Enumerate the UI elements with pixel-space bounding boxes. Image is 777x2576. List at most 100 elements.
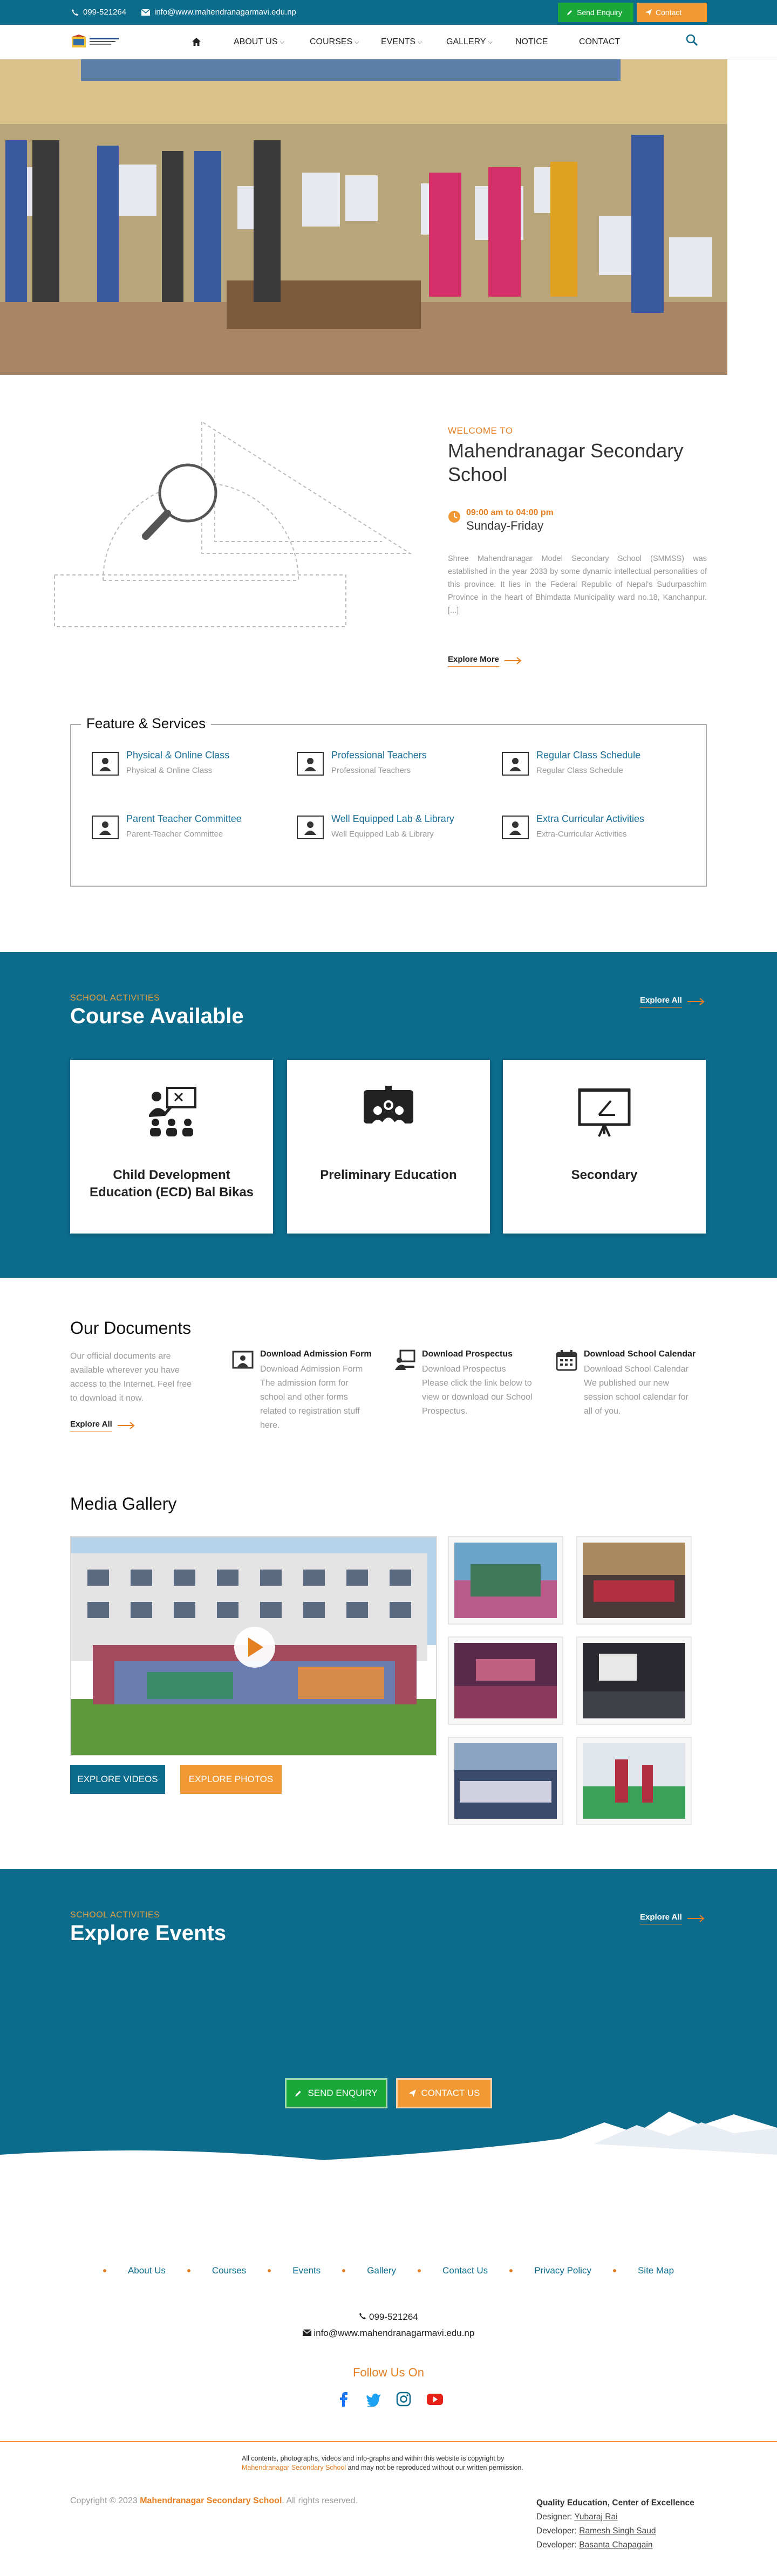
- documents-explore-all-link[interactable]: Explore All: [70, 1420, 135, 1431]
- chevron-down-icon: ⌵: [488, 38, 493, 45]
- footer-link[interactable]: Events: [292, 2265, 321, 2276]
- chevron-down-icon: ⌵: [280, 38, 284, 45]
- feature-item[interactable]: Well Equipped Lab & Library Well Equipped…: [297, 812, 454, 839]
- top-bar: 099-521264 info@www.mahendranagarmavi.ed…: [0, 0, 777, 25]
- document-item[interactable]: Download Prospectus Download Prospectus P…: [394, 1349, 534, 1419]
- footer-link[interactable]: About Us: [128, 2265, 166, 2276]
- feature-item[interactable]: Parent Teacher Committee Parent-Teacher C…: [92, 812, 242, 839]
- phone-text: 099-521264: [83, 8, 127, 17]
- nav-gallery[interactable]: Gallery ⌵: [446, 36, 493, 49]
- school-description: Shree Mahendranagar Model Secondary Scho…: [448, 554, 707, 615]
- gallery-thumbnail[interactable]: [448, 1737, 563, 1825]
- designer-link[interactable]: Yubaraj Rai: [574, 2512, 617, 2522]
- course-card[interactable]: Preliminary Education: [287, 1060, 490, 1234]
- explore-videos-button[interactable]: EXPLORE VIDEOS: [70, 1765, 165, 1794]
- pencil-icon: [295, 2091, 302, 2097]
- explore-more-label: Explore More: [448, 655, 500, 667]
- arrow-right-icon: [117, 1422, 135, 1429]
- gallery-thumbnail[interactable]: [576, 1737, 692, 1825]
- footer-link[interactable]: Contact Us: [442, 2265, 488, 2276]
- nav-courses[interactable]: Courses ⌵: [310, 36, 359, 49]
- document-desc: Download School Calendar We published ou…: [584, 1365, 689, 1416]
- feature-title: Parent Teacher Committee: [126, 813, 242, 824]
- document-desc: Download Admission Form The admission fo…: [260, 1365, 363, 1430]
- gallery-thumbnail[interactable]: [448, 1636, 563, 1725]
- developer-link[interactable]: Basanta Chapagain: [579, 2540, 652, 2550]
- instagram-icon[interactable]: [396, 2392, 411, 2407]
- footer-link[interactable]: Gallery: [367, 2265, 396, 2276]
- nav-contact[interactable]: Contact: [579, 36, 620, 49]
- hero-photo: [0, 59, 727, 375]
- document-item[interactable]: Download Admission Form Download Admissio…: [232, 1349, 372, 1433]
- course-name: Child Development Education (ECD) Bal Bi…: [89, 1168, 254, 1200]
- facebook-icon[interactable]: [337, 2392, 351, 2407]
- events-title: Explore Events: [70, 1921, 227, 1945]
- gallery-thumbnail[interactable]: [576, 1636, 692, 1725]
- feature-item[interactable]: Professional Teachers Professional Teache…: [297, 749, 427, 776]
- feature-sub: Regular Class Schedule: [536, 766, 623, 775]
- footer-link[interactable]: Site Map: [638, 2265, 674, 2276]
- calendar-icon: [556, 1349, 577, 1371]
- document-title: Download Prospectus: [422, 1349, 513, 1359]
- blackboard-students-icon: [364, 1086, 413, 1125]
- footer-link[interactable]: Courses: [212, 2265, 246, 2276]
- feature-item[interactable]: Regular Class Schedule Regular Class Sche…: [502, 749, 640, 776]
- footer-link[interactable]: Privacy Policy: [534, 2265, 591, 2276]
- course-card[interactable]: Secondary: [503, 1060, 706, 1234]
- email-contact[interactable]: info@www.mahendranagarmavi.edu.np: [141, 8, 296, 17]
- hero-image: [0, 59, 727, 375]
- send-enquiry-button[interactable]: Send Enquiry: [558, 3, 633, 22]
- feature-title: Professional Teachers: [331, 750, 427, 761]
- designer-label: Designer:: [536, 2512, 572, 2522]
- nav-label: Notice: [515, 37, 548, 46]
- footer-email-text: info@www.mahendranagarmavi.edu.np: [313, 2328, 475, 2338]
- nav-label: Contact: [579, 37, 621, 46]
- feature-item[interactable]: Physical & Online Class Physical & Online…: [92, 749, 229, 776]
- footer-email[interactable]: info@www.mahendranagarmavi.edu.np: [0, 2328, 777, 2339]
- developer-link[interactable]: Ramesh Singh Saud: [579, 2526, 656, 2536]
- search-icon[interactable]: [685, 33, 698, 46]
- send-enquiry-label: Send Enquiry: [577, 8, 623, 17]
- days-text: Sunday-Friday: [466, 519, 544, 532]
- arrow-right-icon: [687, 998, 705, 1005]
- course-name: Preliminary Education: [320, 1168, 457, 1182]
- paper-plane-icon: [408, 2089, 416, 2097]
- clock-icon: [448, 511, 460, 523]
- feature-item[interactable]: Extra Curricular Activities Extra-Curricu…: [502, 812, 644, 839]
- contact-us-cta[interactable]: CONTACT US: [396, 2078, 492, 2108]
- school-logo[interactable]: [71, 33, 120, 50]
- explore-photos-button[interactable]: EXPLORE PHOTOS: [180, 1765, 282, 1794]
- group-photo: [71, 1537, 436, 1755]
- nav-events[interactable]: Events ⌵: [381, 36, 422, 49]
- gallery-thumbnail[interactable]: [576, 1536, 692, 1625]
- explore-more-link[interactable]: Explore More: [448, 655, 522, 667]
- course-card[interactable]: Child Development Education (ECD) Bal Bi…: [70, 1060, 273, 1234]
- send-enquiry-cta[interactable]: SEND ENQUIRY: [285, 2078, 387, 2108]
- courses-explore-all-link[interactable]: Explore All: [640, 996, 705, 1008]
- document-title: Download Admission Form: [260, 1349, 372, 1359]
- phone-icon: [72, 9, 78, 16]
- home-icon[interactable]: [192, 38, 201, 46]
- phone-contact[interactable]: 099-521264: [71, 8, 126, 17]
- envelope-icon: [141, 9, 150, 16]
- copyright-pre: Copyright © 2023: [70, 2496, 138, 2505]
- twitter-icon[interactable]: [366, 2392, 381, 2407]
- nav-label: Events: [381, 37, 416, 46]
- developer-label: Developer:: [536, 2526, 577, 2536]
- nav-label: Gallery: [446, 37, 486, 46]
- bullet-dot: [268, 2269, 271, 2272]
- nav-about-us[interactable]: About Us ⌵: [234, 36, 284, 49]
- paper-plane-icon: [645, 9, 652, 16]
- footer-phone[interactable]: 099-521264: [0, 2312, 777, 2322]
- contact-button[interactable]: Contact: [637, 3, 707, 22]
- thumbnail-photo: [583, 1543, 685, 1618]
- document-item[interactable]: Download School Calendar Download School …: [556, 1349, 696, 1419]
- youtube-icon[interactable]: [426, 2392, 444, 2407]
- thumbnail-photo: [454, 1643, 557, 1718]
- courses-title: Course Available: [70, 1004, 244, 1028]
- nav-label: About Us: [234, 37, 278, 46]
- events-explore-all-link[interactable]: Explore All: [640, 1913, 705, 1924]
- featured-video[interactable]: [70, 1536, 437, 1756]
- nav-notice[interactable]: Notice: [515, 36, 548, 49]
- gallery-thumbnail[interactable]: [448, 1536, 563, 1625]
